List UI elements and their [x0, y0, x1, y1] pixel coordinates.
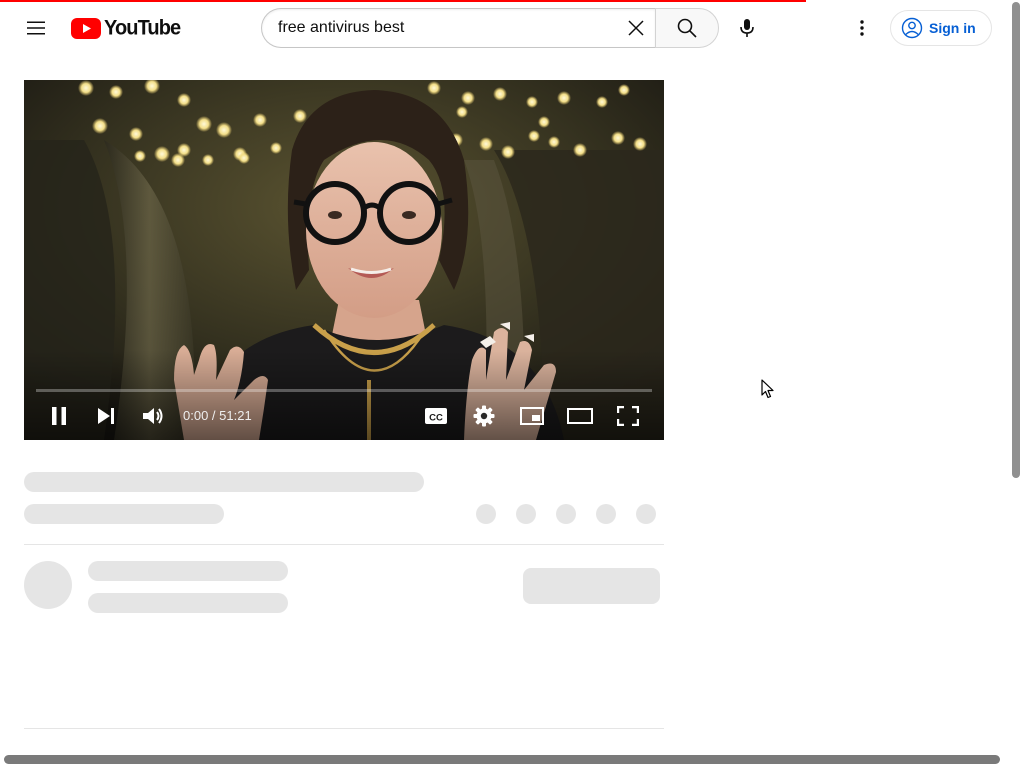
title-skeleton	[24, 472, 424, 492]
logo-wordmark: YouTube	[104, 15, 181, 40]
progress-bar[interactable]	[36, 389, 652, 392]
gear-icon	[473, 405, 495, 427]
horizontal-scrollbar-thumb[interactable]	[4, 755, 1000, 764]
action-skeleton	[476, 504, 496, 524]
captions-button[interactable]: CC	[416, 396, 456, 436]
sign-in-button[interactable]: Sign in	[890, 10, 992, 46]
action-skeleton	[516, 504, 536, 524]
subtitle-skeleton	[24, 504, 224, 524]
divider	[24, 728, 664, 729]
fullscreen-button[interactable]	[608, 396, 648, 436]
mouse-cursor-icon	[761, 379, 774, 399]
masthead: YouTube free antivirus best Sign in	[0, 0, 1010, 56]
search-bar	[261, 8, 719, 48]
clear-search-button[interactable]	[617, 9, 655, 47]
subscribe-button-skeleton	[523, 568, 660, 604]
pause-button[interactable]	[39, 396, 79, 436]
channel-subs-skeleton	[88, 593, 288, 613]
hamburger-menu-icon	[27, 21, 45, 35]
voice-search-button[interactable]	[727, 8, 767, 48]
vertical-scrollbar-thumb[interactable]	[1012, 2, 1020, 478]
player-controls: 0:00 / 51:21 CC	[24, 396, 664, 436]
microphone-icon	[740, 19, 754, 37]
youtube-watch-page: YouTube free antivirus best Sign in 0:00…	[0, 0, 1024, 768]
miniplayer-button[interactable]	[512, 396, 552, 436]
channel-avatar-skeleton	[24, 561, 72, 609]
theater-mode-icon	[567, 408, 593, 424]
time-display: 0:00 / 51:21	[183, 408, 252, 423]
youtube-play-icon	[71, 17, 101, 39]
action-skeleton	[636, 504, 656, 524]
theater-mode-button[interactable]	[560, 396, 600, 436]
action-skeleton	[596, 504, 616, 524]
search-icon	[677, 18, 697, 38]
mute-button[interactable]	[133, 396, 173, 436]
next-button[interactable]	[86, 396, 126, 436]
svg-text:CC: CC	[429, 413, 443, 424]
youtube-logo[interactable]: YouTube	[71, 15, 181, 40]
close-icon	[628, 20, 644, 36]
account-circle-icon	[901, 17, 923, 39]
settings-more-button[interactable]	[842, 8, 882, 48]
guide-menu-button[interactable]	[16, 8, 56, 48]
cc-icon: CC	[425, 408, 447, 424]
volume-icon	[143, 408, 163, 424]
sign-in-label: Sign in	[929, 20, 976, 36]
search-box	[261, 8, 655, 48]
settings-button[interactable]	[464, 396, 504, 436]
search-button[interactable]	[655, 8, 719, 48]
next-icon	[98, 408, 114, 424]
fullscreen-icon	[617, 406, 639, 426]
divider	[24, 544, 664, 545]
search-input[interactable]	[278, 19, 617, 37]
video-player[interactable]: 0:00 / 51:21 CC	[24, 80, 664, 440]
pause-icon	[52, 407, 66, 425]
channel-name-skeleton	[88, 561, 288, 581]
more-vert-icon	[860, 20, 864, 36]
action-skeleton	[556, 504, 576, 524]
miniplayer-icon	[520, 407, 544, 425]
